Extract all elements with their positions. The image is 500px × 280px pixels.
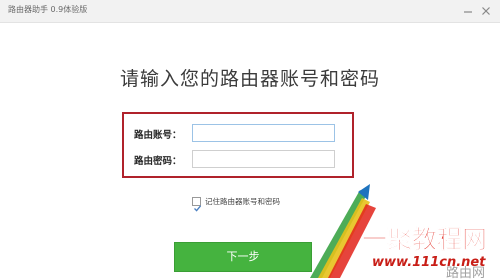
window-controls — [456, 3, 496, 19]
credentials-form: 路由账号： 路由密码： — [122, 112, 354, 178]
password-input[interactable] — [192, 150, 335, 168]
check-icon — [194, 205, 202, 212]
account-label: 路由账号： — [134, 130, 182, 141]
remember-label: 记住路由器账号和密码 — [205, 197, 280, 206]
close-icon[interactable] — [478, 3, 494, 19]
watermark-logo: 一聚教程网 www.111cn.net 路由网 — [310, 184, 487, 280]
account-row: 路由账号： — [124, 124, 352, 144]
watermark-brand: 一聚教程网 — [362, 225, 487, 254]
watermark-corner: 路由网 — [446, 265, 485, 280]
minimize-icon[interactable] — [460, 3, 476, 19]
account-input[interactable] — [192, 124, 335, 142]
app-title: 路由器助手 0.9体验版 — [8, 5, 88, 14]
remember-checkbox[interactable] — [192, 197, 202, 212]
page-heading: 请输入您的路由器账号和密码 — [119, 68, 380, 90]
password-row: 路由密码： — [124, 150, 352, 170]
password-label: 路由密码： — [134, 156, 182, 167]
title-bar: 路由器助手 0.9体验版 — [0, 0, 500, 23]
